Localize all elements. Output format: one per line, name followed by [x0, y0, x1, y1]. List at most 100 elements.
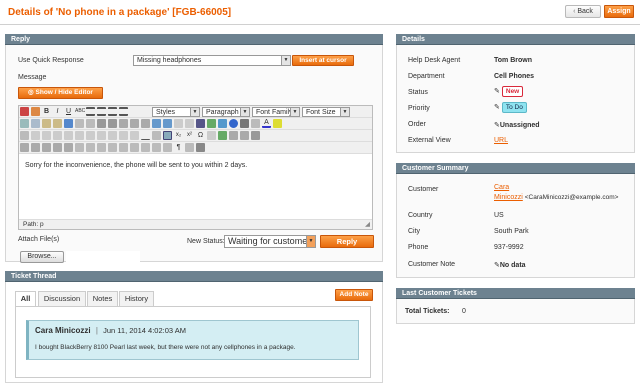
blockquote-2-icon[interactable]	[185, 143, 194, 152]
merge-cells-icon[interactable]	[130, 131, 139, 140]
outdent-icon[interactable]	[119, 119, 128, 128]
emotion-icon[interactable]	[207, 131, 216, 140]
template-icon[interactable]	[163, 143, 172, 152]
image-insert-icon[interactable]	[207, 119, 216, 128]
bullet-list-icon[interactable]	[97, 119, 106, 128]
total-tickets-label: Total Tickets:	[405, 308, 450, 315]
unlink-icon[interactable]	[185, 119, 194, 128]
underline-icon[interactable]: U	[64, 107, 73, 116]
customer-last-name-link[interactable]: Minicozzi	[494, 194, 523, 201]
move-forward-icon[interactable]	[31, 143, 40, 152]
bold-icon[interactable]: B	[42, 107, 51, 116]
row-before-icon[interactable]	[53, 131, 62, 140]
delete-row-icon[interactable]	[75, 131, 84, 140]
replace-icon[interactable]	[86, 119, 95, 128]
media-icon[interactable]	[218, 131, 227, 140]
insert-layer-icon[interactable]	[20, 143, 29, 152]
table-icon[interactable]	[20, 131, 29, 140]
absolute-icon[interactable]	[53, 143, 62, 152]
customer-note-field[interactable]: ✎No data	[494, 261, 526, 269]
charmap-icon[interactable]: Ω	[196, 131, 205, 140]
col-before-icon[interactable]	[86, 131, 95, 140]
styleprops-icon[interactable]	[64, 143, 73, 152]
rtl-icon[interactable]	[240, 131, 249, 140]
order-field[interactable]: ✎Unassigned	[494, 121, 540, 129]
row-props-icon[interactable]	[31, 131, 40, 140]
status-field[interactable]: ✎ New	[494, 86, 524, 97]
strike-icon[interactable]: ABC	[75, 107, 85, 116]
nonbreaking-icon[interactable]	[141, 143, 150, 152]
cut-icon[interactable]	[20, 119, 29, 128]
tab-discussion[interactable]: Discussion	[38, 291, 86, 307]
align-center-icon[interactable]	[97, 107, 106, 116]
assign-button[interactable]: Assign	[604, 5, 634, 18]
acronym-icon[interactable]	[97, 143, 106, 152]
priority-field[interactable]: ✎ To Do	[494, 102, 527, 113]
delete-col-icon[interactable]	[108, 131, 117, 140]
visual-aid-icon[interactable]	[163, 131, 172, 140]
blockquote-icon[interactable]	[141, 119, 150, 128]
subscript-icon[interactable]: x₂	[174, 131, 183, 140]
move-backward-icon[interactable]	[42, 143, 51, 152]
paste-word-icon[interactable]	[64, 119, 73, 128]
highlight-color-icon[interactable]	[273, 119, 282, 128]
split-cells-icon[interactable]	[119, 131, 128, 140]
abbr-icon[interactable]	[86, 143, 95, 152]
code-icon[interactable]	[240, 119, 249, 128]
browse-button[interactable]: Browse...	[20, 251, 64, 263]
cite-icon[interactable]	[75, 143, 84, 152]
tab-all[interactable]: All	[15, 291, 36, 307]
fullscreen-icon[interactable]	[251, 131, 260, 140]
remove-format-icon[interactable]	[152, 131, 161, 140]
text-color-icon[interactable]: A	[262, 119, 271, 128]
paste-text-icon[interactable]	[53, 119, 62, 128]
copy-icon[interactable]	[31, 119, 40, 128]
cell-props-icon[interactable]	[42, 131, 51, 140]
ltr-icon[interactable]	[229, 131, 238, 140]
help-icon[interactable]	[229, 119, 238, 128]
align-left-icon[interactable]	[86, 107, 95, 116]
quick-response-select[interactable]: Missing headphones ▼	[133, 55, 291, 66]
html-source-icon[interactable]	[20, 107, 29, 116]
font-family-select[interactable]: Font Family ▼	[252, 107, 300, 117]
align-justify-icon[interactable]	[119, 107, 128, 116]
cleanup-icon[interactable]	[218, 119, 227, 128]
insert-date-icon[interactable]	[251, 119, 260, 128]
link-icon[interactable]	[174, 119, 183, 128]
print-icon[interactable]	[196, 143, 205, 152]
customer-first-name-link[interactable]: Cara	[494, 184, 509, 191]
ins-icon[interactable]	[119, 143, 128, 152]
tab-history[interactable]: History	[119, 291, 154, 307]
find-icon[interactable]	[75, 119, 84, 128]
image-icon[interactable]	[31, 107, 40, 116]
italic-icon[interactable]: I	[53, 107, 62, 116]
undo-icon[interactable]	[152, 119, 161, 128]
tab-notes[interactable]: Notes	[87, 291, 118, 307]
show-hide-editor-button[interactable]: ◎ Show / Hide Editor	[18, 87, 103, 99]
insert-at-cursor-button[interactable]: Insert at cursor	[292, 55, 354, 66]
anchor-icon[interactable]	[196, 119, 205, 128]
paragraph-select[interactable]: Paragraph ▼	[202, 107, 250, 117]
reply-button[interactable]: Reply	[320, 235, 374, 248]
editor-body[interactable]: Sorry for the inconvenience, the phone w…	[19, 154, 372, 219]
font-size-select[interactable]: Font Size ▼	[302, 107, 350, 117]
align-right-icon[interactable]	[108, 107, 117, 116]
col-after-icon[interactable]	[97, 131, 106, 140]
paste-icon[interactable]	[42, 119, 51, 128]
indent-icon[interactable]	[130, 119, 139, 128]
new-status-select[interactable]: Waiting for customer ▼	[224, 235, 316, 248]
pagebreak-icon[interactable]	[152, 143, 161, 152]
del-icon[interactable]	[108, 143, 117, 152]
horizontal-rule-icon[interactable]	[141, 131, 150, 140]
superscript-icon[interactable]: x²	[185, 131, 194, 140]
styles-select[interactable]: Styles ▼	[152, 107, 200, 117]
external-view-link[interactable]: URL	[494, 137, 508, 144]
number-list-icon[interactable]	[108, 119, 117, 128]
visual-chars-icon[interactable]: ¶	[174, 143, 183, 152]
add-note-button[interactable]: Add Note	[335, 289, 373, 301]
redo-icon[interactable]	[163, 119, 172, 128]
resize-handle-icon[interactable]: ◢	[365, 220, 370, 229]
attribs-icon[interactable]	[130, 143, 139, 152]
back-button[interactable]: ‹ Back	[565, 5, 601, 18]
row-after-icon[interactable]	[64, 131, 73, 140]
